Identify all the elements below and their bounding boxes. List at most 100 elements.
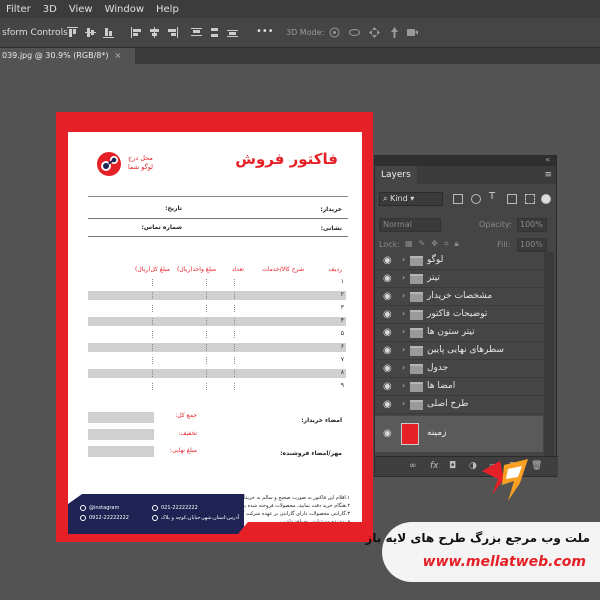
visibility-eye-icon[interactable]: ◉	[383, 363, 392, 374]
footer-contact-band: @instagram 0912-22222222 021-22222222 آد…	[68, 494, 244, 534]
panel-collapse-bar[interactable]: «	[375, 155, 556, 166]
menu-filter[interactable]: Filter	[0, 4, 37, 15]
close-tab-icon[interactable]: ×	[115, 51, 122, 60]
blend-mode-select[interactable]: Normal	[379, 218, 441, 232]
visibility-eye-icon[interactable]: ◉	[383, 273, 392, 284]
expand-arrow-icon[interactable]: ›	[402, 345, 405, 354]
align-top-icon[interactable]	[66, 26, 79, 39]
distribute-vcenter-icon[interactable]	[208, 26, 221, 39]
3d-video-icon[interactable]	[406, 26, 419, 39]
align-right-icon[interactable]	[166, 26, 179, 39]
filter-kind-select[interactable]: ⌕ Kind ▾	[379, 192, 443, 206]
layers-panel[interactable]: « Layers ≡ ⌕ Kind ▾ T Normal Opacity: 10…	[374, 155, 558, 477]
expand-arrow-icon[interactable]: ›	[402, 291, 405, 300]
divider	[88, 196, 348, 197]
visibility-eye-icon[interactable]: ◉	[383, 255, 392, 266]
layers-tab[interactable]: Layers	[375, 166, 417, 184]
menu-window[interactable]: Window	[99, 4, 150, 15]
link-layers-icon[interactable]: ∞	[409, 461, 417, 471]
layer-row-background[interactable]: ◉ زمینه	[375, 416, 543, 452]
align-vcenter-icon[interactable]	[84, 26, 97, 39]
more-options-button[interactable]: •••	[256, 26, 274, 37]
contact-number-label: شماره تماس:	[141, 224, 182, 231]
table-row: ۹	[88, 382, 346, 391]
lock-icons[interactable]: ▦✎✥⌗🔒︎	[405, 239, 465, 249]
adjustment-layer-icon[interactable]: ◑	[469, 461, 477, 471]
expand-arrow-icon[interactable]: ›	[402, 399, 405, 408]
layer-row[interactable]: ◉ › تیتر	[375, 270, 543, 288]
layer-style-icon[interactable]: fx	[430, 461, 439, 471]
menu-3d[interactable]: 3D	[37, 4, 63, 15]
filter-toggle-icon[interactable]	[541, 194, 551, 204]
expand-arrow-icon[interactable]: ›	[402, 381, 405, 390]
layer-row[interactable]: ◉ › توضیحات فاکتور	[375, 306, 543, 324]
folder-icon	[410, 310, 423, 320]
3d-slide-icon[interactable]	[388, 26, 401, 39]
column-header-row-number: ردیف	[328, 266, 342, 273]
opacity-input[interactable]: 100%	[517, 218, 547, 232]
filter-adjustment-icon[interactable]	[471, 194, 481, 204]
layer-name: جدول	[427, 363, 449, 373]
folder-icon	[410, 346, 423, 356]
filter-pixel-icon[interactable]	[453, 194, 463, 204]
expand-arrow-icon[interactable]: ›	[402, 273, 405, 282]
discount-box	[88, 429, 154, 440]
table-cell-divider	[234, 344, 272, 351]
invoice-paper: فاکتور فروش محل درج لوگو شما خریدار: تار…	[68, 132, 362, 534]
distribute-bottom-icon[interactable]	[226, 26, 239, 39]
align-hcenter-icon[interactable]	[148, 26, 161, 39]
panel-menu-icon[interactable]: ≡	[544, 170, 552, 180]
table-cell-divider	[152, 383, 190, 390]
layer-name: سطرهای نهایی پایین	[427, 345, 504, 355]
layer-row[interactable]: ◉ › لوگو	[375, 252, 543, 270]
table-cell-divider	[152, 344, 190, 351]
lock-label: Lock:	[379, 240, 400, 249]
3d-roll-icon[interactable]	[348, 26, 361, 39]
filter-smart-object-icon[interactable]	[525, 194, 535, 204]
visibility-eye-icon[interactable]: ◉	[383, 291, 392, 302]
expand-arrow-icon[interactable]: ›	[402, 255, 405, 264]
layer-name: مشخصات خریدار	[427, 291, 493, 301]
layer-row[interactable]: ◉ › مشخصات خریدار	[375, 288, 543, 306]
fill-input[interactable]: 100%	[517, 238, 547, 252]
decor-stripes-top	[262, 115, 301, 122]
layer-row[interactable]: ◉ › سطرهای نهایی پایین	[375, 342, 543, 360]
filter-shape-icon[interactable]	[507, 194, 517, 204]
expand-arrow-icon[interactable]: ›	[402, 309, 405, 318]
distribute-top-icon[interactable]	[190, 26, 203, 39]
expand-arrow-icon[interactable]: ›	[402, 327, 405, 336]
menu-view[interactable]: View	[63, 4, 99, 15]
visibility-eye-icon[interactable]: ◉	[383, 381, 392, 392]
layer-row[interactable]: ◉ › تیتر ستون ها	[375, 324, 543, 342]
table-cell-divider	[234, 292, 272, 299]
layer-name: امضا ها	[427, 381, 456, 391]
layers-scrollbar[interactable]	[544, 252, 554, 456]
menu-help[interactable]: Help	[150, 4, 185, 15]
align-left-icon[interactable]	[130, 26, 143, 39]
row-number: ۴	[340, 317, 344, 324]
layer-name: تیتر ستون ها	[427, 327, 475, 337]
invoice-document[interactable]: فاکتور فروش محل درج لوگو شما خریدار: تار…	[56, 112, 373, 542]
document-tab[interactable]: 039.jpg @ 30.9% (RGB/8*) ×	[0, 48, 135, 64]
visibility-eye-icon[interactable]: ◉	[383, 399, 392, 410]
buyer-label: خریدار:	[320, 206, 342, 213]
layer-row[interactable]: ◉ › طرح اصلی	[375, 396, 543, 414]
visibility-eye-icon[interactable]: ◉	[383, 327, 392, 338]
visibility-eye-icon[interactable]: ◉	[383, 428, 392, 439]
folder-icon	[410, 328, 423, 338]
layer-row[interactable]: ◉ › امضا ها	[375, 378, 543, 396]
layer-row[interactable]: ◉ › جدول	[375, 360, 543, 378]
align-bottom-icon[interactable]	[102, 26, 115, 39]
add-mask-icon[interactable]: ◘	[449, 461, 456, 471]
expand-arrow-icon[interactable]: ›	[402, 363, 405, 372]
3d-orbit-icon[interactable]	[328, 26, 341, 39]
3d-pan-icon[interactable]	[368, 26, 381, 39]
transform-controls-label[interactable]: sform Controls	[2, 28, 68, 38]
filter-type-icon[interactable]: T	[489, 191, 499, 202]
visibility-eye-icon[interactable]: ◉	[383, 345, 392, 356]
watermark-url: www.mellatweb.com	[422, 554, 586, 570]
row-number: ۸	[340, 369, 344, 376]
visibility-eye-icon[interactable]: ◉	[383, 309, 392, 320]
logo-placeholder-text-2: لوگو شما	[128, 163, 154, 171]
watermark-logo-icon	[482, 459, 528, 501]
